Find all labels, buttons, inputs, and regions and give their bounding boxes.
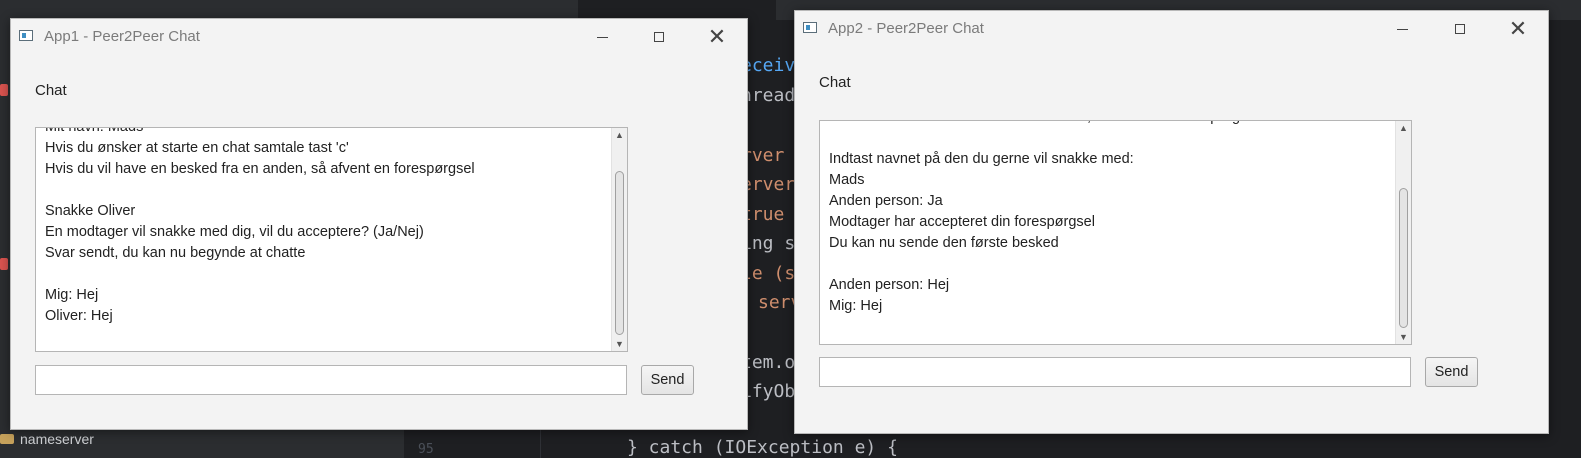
minimize-icon bbox=[596, 36, 608, 38]
close-button[interactable]: ✕ bbox=[697, 23, 737, 51]
chat-log-line bbox=[36, 264, 627, 285]
send-button[interactable]: Send bbox=[641, 365, 694, 395]
minimize-button[interactable] bbox=[582, 23, 622, 51]
chat-log-textarea[interactable]: Hvis du vil have en besked fra en anden,… bbox=[819, 120, 1412, 345]
chat-log-line: Oliver: Hej bbox=[45, 308, 113, 324]
chat-log-textarea[interactable]: Mit navn: Mads Hvis du ønsker at starte … bbox=[35, 127, 628, 352]
scroll-up-icon[interactable]: ▲ bbox=[1396, 121, 1411, 135]
folder-icon bbox=[0, 434, 14, 444]
chat-log-line: Du kan nu sende den første besked bbox=[829, 235, 1059, 251]
chat-log-line: Mads bbox=[829, 172, 865, 188]
chat-log-line: Svar sendt, du kan nu begynde at chatte bbox=[45, 245, 306, 261]
vertical-scrollbar[interactable]: ▲ ▼ bbox=[611, 128, 627, 351]
scroll-down-icon[interactable]: ▼ bbox=[1396, 330, 1411, 344]
line-number: 95 bbox=[418, 442, 434, 457]
code-line: } catch (IOException e) { bbox=[627, 437, 898, 458]
chat-log-line: Hvis du vil have en besked fra en anden,… bbox=[45, 161, 475, 177]
scrollbar-thumb[interactable] bbox=[615, 171, 624, 335]
chat-log-line bbox=[820, 254, 1411, 275]
error-marker-icon bbox=[0, 258, 8, 270]
minimize-button[interactable] bbox=[1382, 15, 1422, 43]
chat-log-line: Snakke Oliver bbox=[45, 203, 136, 219]
app-window-icon bbox=[19, 30, 33, 41]
scrollbar-thumb[interactable] bbox=[1399, 188, 1408, 328]
code-line: tem.o bbox=[741, 352, 796, 373]
project-tree-item-label: nameserver bbox=[20, 431, 94, 447]
chat-log-line: Hvis du vil have en besked fra en anden,… bbox=[820, 121, 1411, 128]
chat-log-line bbox=[820, 128, 1411, 149]
message-input[interactable] bbox=[819, 357, 1411, 387]
maximize-button[interactable] bbox=[1440, 15, 1480, 43]
maximize-button[interactable] bbox=[639, 23, 679, 51]
project-tree-item-nameserver[interactable]: nameserver bbox=[0, 431, 94, 447]
error-marker-icon bbox=[0, 84, 8, 96]
chat-label: Chat bbox=[35, 82, 67, 99]
message-input[interactable] bbox=[35, 365, 627, 395]
scroll-up-icon[interactable]: ▲ bbox=[612, 128, 627, 142]
code-line: ing s bbox=[741, 233, 796, 254]
code-line: le (s bbox=[741, 263, 796, 284]
app2-titlebar[interactable]: App2 - Peer2Peer Chat ✕ bbox=[795, 11, 1548, 47]
chat-log-line: Indtast navnet på den du gerne vil snakk… bbox=[829, 151, 1134, 167]
code-line: erver bbox=[741, 174, 796, 195]
minimize-icon bbox=[1396, 28, 1408, 30]
vertical-scrollbar[interactable]: ▲ ▼ bbox=[1395, 121, 1411, 344]
chat-log-line: Anden person: Ja bbox=[829, 193, 943, 209]
code-line: eceiv bbox=[741, 55, 796, 76]
close-button[interactable]: ✕ bbox=[1498, 15, 1538, 43]
chat-log-line: En modtager vil snakke med dig, vil du a… bbox=[45, 224, 424, 240]
send-button[interactable]: Send bbox=[1425, 357, 1478, 387]
chat-log-line: Mig: Hej bbox=[829, 298, 883, 314]
close-icon: ✕ bbox=[1508, 16, 1528, 41]
app2-window-title: App2 - Peer2Peer Chat bbox=[828, 20, 984, 37]
maximize-icon bbox=[1455, 24, 1465, 34]
scroll-down-icon[interactable]: ▼ bbox=[612, 337, 627, 351]
chat-log-line: Mig: Hej bbox=[45, 287, 99, 303]
app1-titlebar[interactable]: App1 - Peer2Peer Chat ✕ bbox=[11, 19, 747, 55]
app1-window: App1 - Peer2Peer Chat ✕ Chat Mit navn: M… bbox=[10, 18, 748, 430]
code-line: hread bbox=[741, 85, 796, 106]
maximize-icon bbox=[654, 32, 664, 42]
chat-log-line bbox=[36, 180, 627, 201]
app-window-icon bbox=[803, 22, 817, 33]
chat-label: Chat bbox=[819, 74, 851, 91]
close-icon: ✕ bbox=[707, 24, 727, 49]
chat-log-line: Anden person: Hej bbox=[829, 277, 950, 293]
app1-window-title: App1 - Peer2Peer Chat bbox=[44, 28, 200, 45]
app2-window: App2 - Peer2Peer Chat ✕ Chat Hvis du vil… bbox=[794, 10, 1549, 434]
chat-log-line: Mit navn: Mads bbox=[45, 127, 144, 135]
chat-log-line: Hvis du ønsker at starte en chat samtale… bbox=[45, 140, 349, 156]
chat-log-line: Modtager har accepteret din forespørgsel bbox=[829, 214, 1095, 230]
code-line: ifyOb bbox=[741, 381, 796, 402]
